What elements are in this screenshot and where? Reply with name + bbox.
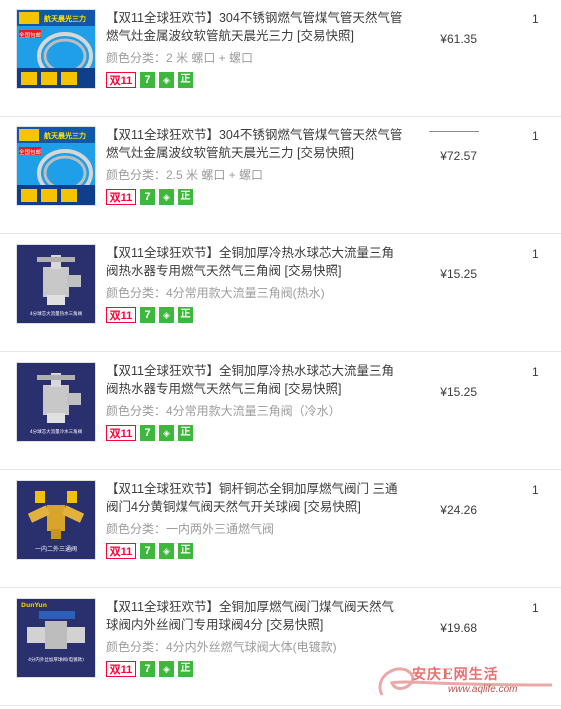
svg-text:全国包邮: 全国包邮 — [19, 148, 42, 156]
quantity: 1 — [532, 12, 539, 26]
svg-text:4分球芯大流量冷水三角阀: 4分球芯大流量冷水三角阀 — [30, 428, 83, 435]
quantity: 1 — [532, 365, 539, 379]
service-badges: 双11 7 ◈ 正 — [106, 425, 197, 441]
product-title-link[interactable]: 【双11全球狂欢节】铜杆铜芯全铜加厚燃气阀门 三通阀门4分黄铜煤气阀天然气开关球… — [106, 480, 406, 516]
shopping-bag-icon[interactable]: ◈ — [159, 661, 174, 677]
shopping-bag-icon[interactable]: ◈ — [159, 72, 174, 88]
product-thumbnail[interactable]: DunYun 4分内外丝加厚球阀(电镀款) — [16, 598, 96, 678]
sku-color-option: 颜色分类：一内两外三通燃气阀 — [106, 522, 275, 536]
svg-text:航天晨光三力: 航天晨光三力 — [44, 131, 86, 140]
unit-price: ¥19.68 — [440, 621, 477, 635]
product-title-link[interactable]: 【双11全球狂欢节】全铜加厚冷热水球芯大流量三角阀热水器专用燃气天然气三角阀 [… — [106, 244, 406, 280]
quantity: 1 — [532, 247, 539, 261]
double11-badge[interactable]: 双11 — [106, 307, 136, 323]
unit-price: ¥24.26 — [440, 503, 477, 517]
unit-price: ¥61.35 — [440, 32, 477, 46]
double11-badge[interactable]: 双11 — [106, 72, 136, 88]
genuine-guarantee-icon[interactable]: 正 — [178, 661, 193, 677]
watermark-text: 安庆E网生活 — [412, 667, 499, 683]
shopping-bag-icon[interactable]: ◈ — [159, 425, 174, 441]
unit-price: ¥15.25 — [440, 267, 477, 281]
quantity: 1 — [532, 601, 539, 615]
product-thumbnail[interactable]: 4分球芯大流量冷水三角阀 — [16, 362, 96, 442]
product-title-link[interactable]: 【双11全球狂欢节】304不锈钢燃气管煤气管天然气管燃气灶金属波纹软管航天晨光三… — [106, 126, 406, 162]
svg-text:航天晨光三力: 航天晨光三力 — [44, 14, 86, 23]
seven-day-return-icon[interactable]: 7 — [140, 543, 155, 559]
genuine-guarantee-icon[interactable]: 正 — [178, 307, 193, 323]
genuine-guarantee-icon[interactable]: 正 — [178, 72, 193, 88]
sku-color-option: 颜色分类：2 米 螺口 + 螺口 — [106, 51, 254, 65]
genuine-guarantee-icon[interactable]: 正 — [178, 543, 193, 559]
order-item-row: 一内二外三通阀 【双11全球狂欢节】铜杆铜芯全铜加厚燃气阀门 三通阀门4分黄铜煤气… — [0, 471, 561, 588]
product-title-link[interactable]: 【双11全球狂欢节】304不锈钢燃气管煤气管天然气管燃气灶金属波纹软管航天晨光三… — [106, 9, 406, 45]
product-title-link[interactable]: 【双11全球狂欢节】全铜加厚冷热水球芯大流量三角阀热水器专用燃气天然气三角阀 [… — [106, 362, 406, 398]
quantity: 1 — [532, 483, 539, 497]
order-item-row: 航天晨光三力 全国包邮 【双11全球狂欢节】304不锈钢燃气管煤气管天然气管燃气灶金… — [0, 117, 561, 234]
service-badges: 双11 7 ◈ 正 — [106, 189, 197, 205]
genuine-guarantee-icon[interactable]: 正 — [178, 189, 193, 205]
product-thumbnail[interactable]: 航天晨光三力 全国包邮 — [16, 126, 96, 206]
double11-badge[interactable]: 双11 — [106, 425, 136, 441]
service-badges: 双11 7 ◈ 正 — [106, 543, 197, 559]
double11-badge[interactable]: 双11 — [106, 189, 136, 205]
unit-price: ¥72.57 — [440, 149, 477, 163]
order-item-row: 航天晨光三力 全国包邮 【双11全球狂欢节】304不锈钢燃气管煤气管天然气管燃气灶金… — [0, 0, 561, 117]
sku-color-option: 颜色分类：4分内外丝燃气球阀大体(电镀款) — [106, 640, 337, 654]
seven-day-return-icon[interactable]: 7 — [140, 307, 155, 323]
svg-text:一内二外三通阀: 一内二外三通阀 — [35, 545, 77, 553]
seven-day-return-icon[interactable]: 7 — [140, 72, 155, 88]
order-item-row: 4分球芯大流量冷水三角阀 【双11全球狂欢节】全铜加厚冷热水球芯大流量三角阀热水器… — [0, 353, 561, 470]
sku-color-option: 颜色分类：4分常用款大流量三角阀(热水) — [106, 286, 325, 300]
product-thumbnail[interactable]: 航天晨光三力 全国包邮 — [16, 9, 96, 89]
unit-price: ¥15.25 — [440, 385, 477, 399]
double11-badge[interactable]: 双11 — [106, 661, 136, 677]
shopping-bag-icon[interactable]: ◈ — [159, 189, 174, 205]
sku-color-option: 颜色分类：2.5 米 螺口 + 螺口 — [106, 168, 264, 182]
order-item-row: 4分球芯大流量热水三角阀 【双11全球狂欢节】全铜加厚冷热水球芯大流量三角阀热水器… — [0, 235, 561, 352]
product-title-link[interactable]: 【双11全球狂欢节】全铜加厚燃气阀门煤气阀天然气球阀内外丝阀门专用球阀4分 [交… — [106, 598, 406, 634]
shopping-bag-icon[interactable]: ◈ — [159, 307, 174, 323]
service-badges: 双11 7 ◈ 正 — [106, 72, 197, 88]
double11-badge[interactable]: 双11 — [106, 543, 136, 559]
svg-text:DunYun: DunYun — [21, 602, 47, 609]
service-badges: 双11 7 ◈ 正 — [106, 661, 197, 677]
service-badges: 双11 7 ◈ 正 — [106, 307, 197, 323]
quantity: 1 — [532, 129, 539, 143]
svg-text:全国包邮: 全国包邮 — [19, 31, 42, 39]
sku-color-option: 颜色分类：4分常用款大流量三角阀（冷水） — [106, 404, 341, 418]
seven-day-return-icon[interactable]: 7 — [140, 425, 155, 441]
product-thumbnail[interactable]: 4分球芯大流量热水三角阀 — [16, 244, 96, 324]
product-thumbnail[interactable]: 一内二外三通阀 — [16, 480, 96, 560]
genuine-guarantee-icon[interactable]: 正 — [178, 425, 193, 441]
svg-text:4分球芯大流量热水三角阀: 4分球芯大流量热水三角阀 — [30, 310, 83, 317]
original-price-strike — [429, 131, 479, 132]
seven-day-return-icon[interactable]: 7 — [140, 661, 155, 677]
seven-day-return-icon[interactable]: 7 — [140, 189, 155, 205]
shopping-bag-icon[interactable]: ◈ — [159, 543, 174, 559]
svg-text:4分内外丝加厚球阀(电镀款): 4分内外丝加厚球阀(电镀款) — [28, 656, 84, 663]
watermark-url: www.aqlife.com — [448, 684, 518, 695]
